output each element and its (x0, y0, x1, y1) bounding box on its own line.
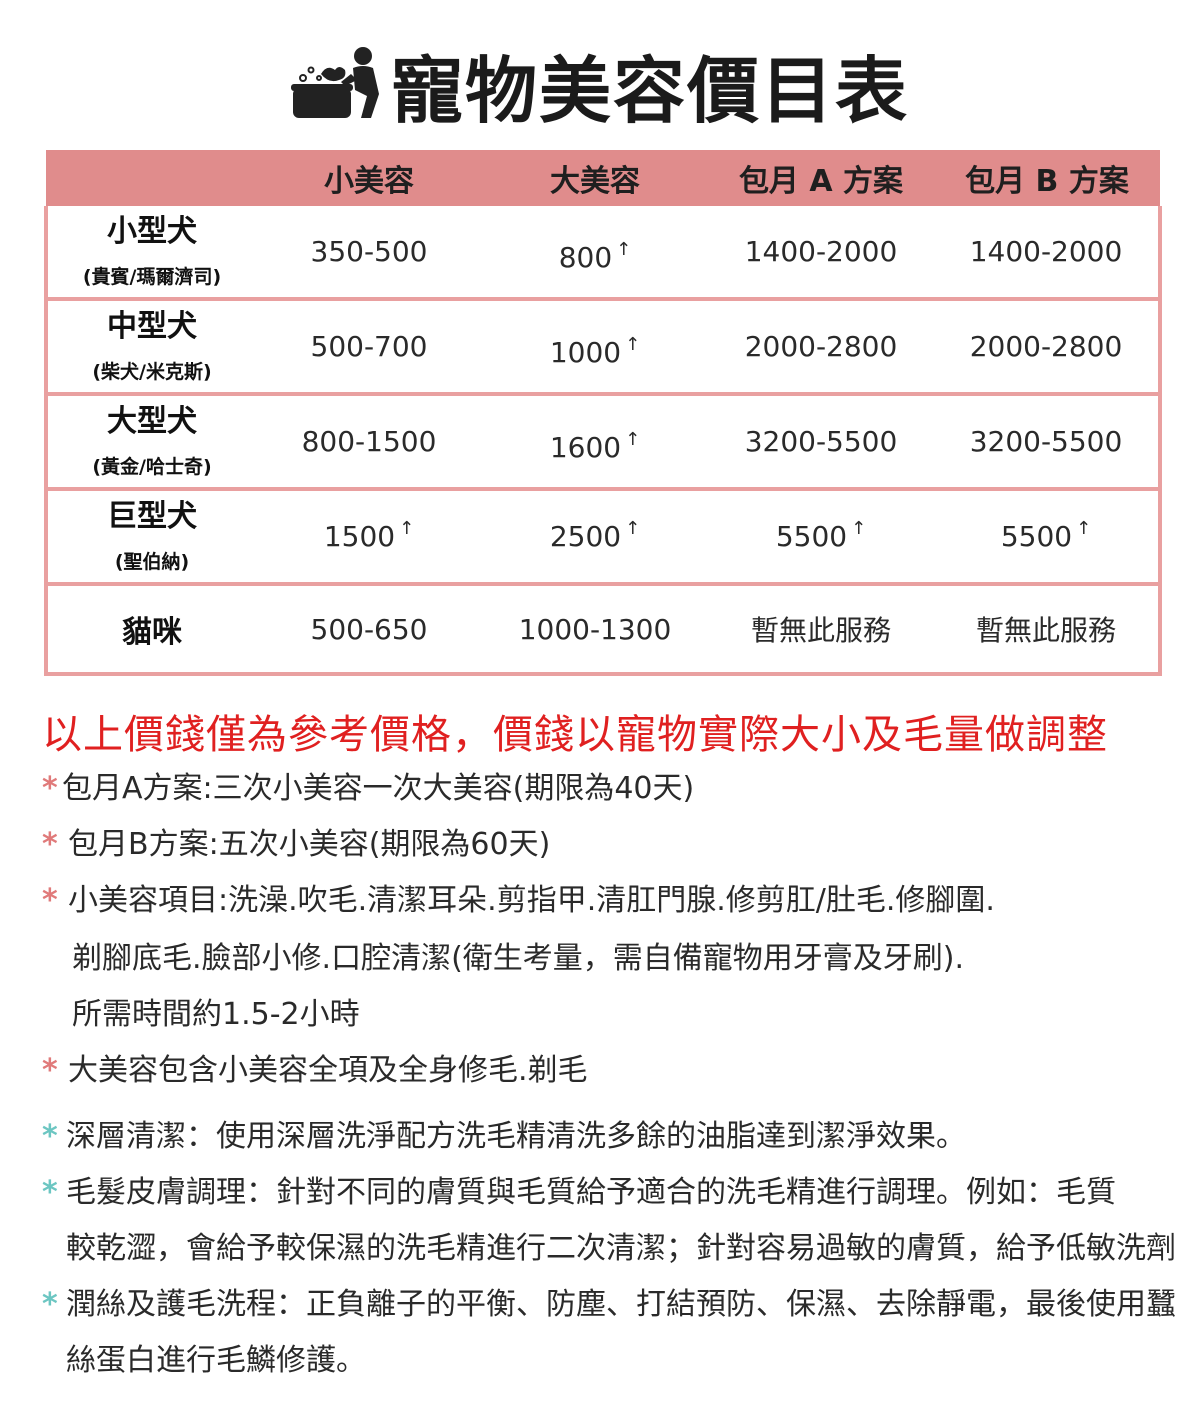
price-cell: 1400-2000 (708, 206, 934, 301)
breed-examples: (聖伯納) (114, 551, 190, 573)
note-continuation: 較乾澀，會給予較保濕的洗毛精進行二次清潔；針對容易過敏的膚質，給予低敏洗劑 (66, 1231, 1176, 1266)
header-plan-a: 包月 A 方案 (708, 150, 934, 206)
price-cell: 800 ↑ (482, 206, 708, 301)
breed-name: 巨型犬 (107, 499, 197, 534)
up-arrow-icon: ↑ (625, 518, 641, 539)
breed-name: 大型犬 (107, 404, 197, 439)
asterisk-icon: * (42, 883, 58, 918)
up-arrow-icon: ↑ (625, 334, 641, 355)
table-row: 貓咪 500-650 1000-1300 暫無此服務 暫無此服務 (44, 584, 1162, 676)
price-cell: 暫無此服務 (934, 584, 1162, 676)
asterisk-icon: * (42, 1175, 58, 1210)
price-cell: 5500 ↑ (934, 489, 1162, 586)
asterisk-icon: * (42, 1287, 58, 1322)
up-arrow-icon: ↑ (616, 239, 632, 260)
breed-name: 小型犬 (107, 214, 197, 249)
pet-bath-icon (290, 47, 379, 118)
price-cell: 5500 ↑ (708, 489, 934, 586)
price-cell: 3200-5500 (934, 394, 1162, 491)
table-row: 小型犬 (貴賓/瑪爾濟司) 350-500 800 ↑ 1400-2000 140… (44, 206, 1162, 301)
price-cell: 350-500 (256, 206, 482, 301)
note-item: * 包月A方案:三次小美容一次大美容(期限為40天) (42, 771, 695, 806)
price-cell: 1000 ↑ (482, 299, 708, 396)
breed-examples: (柴犬/米克斯) (92, 361, 212, 383)
note-item: * 小美容項目:洗澡.吹毛.清潔耳朵.剪指甲.清肛門腺.修剪肛/肚毛.修腳圍. (42, 883, 995, 918)
price-cell: 800-1500 (256, 394, 482, 491)
title-text: 寵物美容價目表 (390, 48, 909, 133)
note-item: * 潤絲及護毛洗程：正負離子的平衡、防塵、打結預防、保濕、去除靜電，最後使用蠶 (42, 1287, 1176, 1322)
price-cell: 2000-2800 (708, 299, 934, 396)
table-row: 大型犬 (黃金/哈士奇) 800-1500 1600 ↑ 3200-5500 32… (44, 394, 1162, 491)
price-cell: 暫無此服務 (708, 584, 934, 676)
breed-cell: 貓咪 (44, 584, 256, 676)
price-cell: 3200-5500 (708, 394, 934, 491)
note-item: * 包月B方案:五次小美容(期限為60天) (42, 827, 551, 862)
note-continuation: 所需時間約1.5-2小時 (72, 997, 360, 1032)
breed-cell: 巨型犬 (聖伯納) (44, 489, 256, 586)
asterisk-icon: * (42, 1053, 58, 1088)
price-notice: 以上價錢僅為參考價格，價錢以寵物實際大小及毛量做調整 (42, 712, 1108, 758)
breed-name: 貓咪 (122, 615, 182, 650)
asterisk-icon: * (42, 771, 58, 806)
breed-examples: (黃金/哈士奇) (92, 456, 212, 478)
page-title: 寵物美容價目表 (0, 34, 1200, 134)
note-item: * 大美容包含小美容全項及全身修毛.剃毛 (42, 1053, 588, 1088)
up-arrow-icon: ↑ (399, 518, 415, 539)
price-cell: 1400-2000 (934, 206, 1162, 301)
up-arrow-icon: ↑ (851, 518, 867, 539)
asterisk-icon: * (42, 1119, 58, 1154)
price-cell: 500-650 (256, 584, 482, 676)
price-cell: 1600 ↑ (482, 394, 708, 491)
asterisk-icon: * (42, 827, 58, 862)
note-item: * 毛髮皮膚調理：針對不同的膚質與毛質給予適合的洗毛精進行調理。例如：毛質 (42, 1175, 1116, 1210)
header-full-grooming: 大美容 (482, 150, 708, 206)
price-cell: 1000-1300 (482, 584, 708, 676)
up-arrow-icon: ↑ (625, 429, 641, 450)
header-small-grooming: 小美容 (256, 150, 482, 206)
price-cell: 1500 ↑ (256, 489, 482, 586)
breed-cell: 小型犬 (貴賓/瑪爾濟司) (44, 206, 256, 301)
breed-cell: 大型犬 (黃金/哈士奇) (44, 394, 256, 491)
breed-name: 中型犬 (107, 309, 197, 344)
breed-examples: (貴賓/瑪爾濟司) (82, 266, 222, 288)
table-row: 中型犬 (柴犬/米克斯) 500-700 1000 ↑ 2000-2800 200… (44, 299, 1162, 396)
note-continuation: 絲蛋白進行毛鱗修護。 (66, 1343, 366, 1378)
price-cell: 500-700 (256, 299, 482, 396)
header-plan-b: 包月 B 方案 (934, 150, 1160, 206)
up-arrow-icon: ↑ (1076, 518, 1092, 539)
price-cell: 2000-2800 (934, 299, 1162, 396)
table-header-row: 小美容 大美容 包月 A 方案 包月 B 方案 (46, 150, 1160, 206)
note-item: * 深層清潔：使用深層洗淨配方洗毛精清洗多餘的油脂達到潔淨效果。 (42, 1119, 966, 1154)
header-blank (46, 150, 256, 206)
table-row: 巨型犬 (聖伯納) 1500 ↑ 2500 ↑ 5500 ↑ 5500 ↑ (44, 489, 1162, 586)
price-table: 小美容 大美容 包月 A 方案 包月 B 方案 小型犬 (貴賓/瑪爾濟司) 35… (44, 150, 1162, 676)
breed-cell: 中型犬 (柴犬/米克斯) (44, 299, 256, 396)
price-cell: 2500 ↑ (482, 489, 708, 586)
note-continuation: 剃腳底毛.臉部小修.口腔清潔(衛生考量，需自備寵物用牙膏及牙刷). (72, 941, 965, 976)
